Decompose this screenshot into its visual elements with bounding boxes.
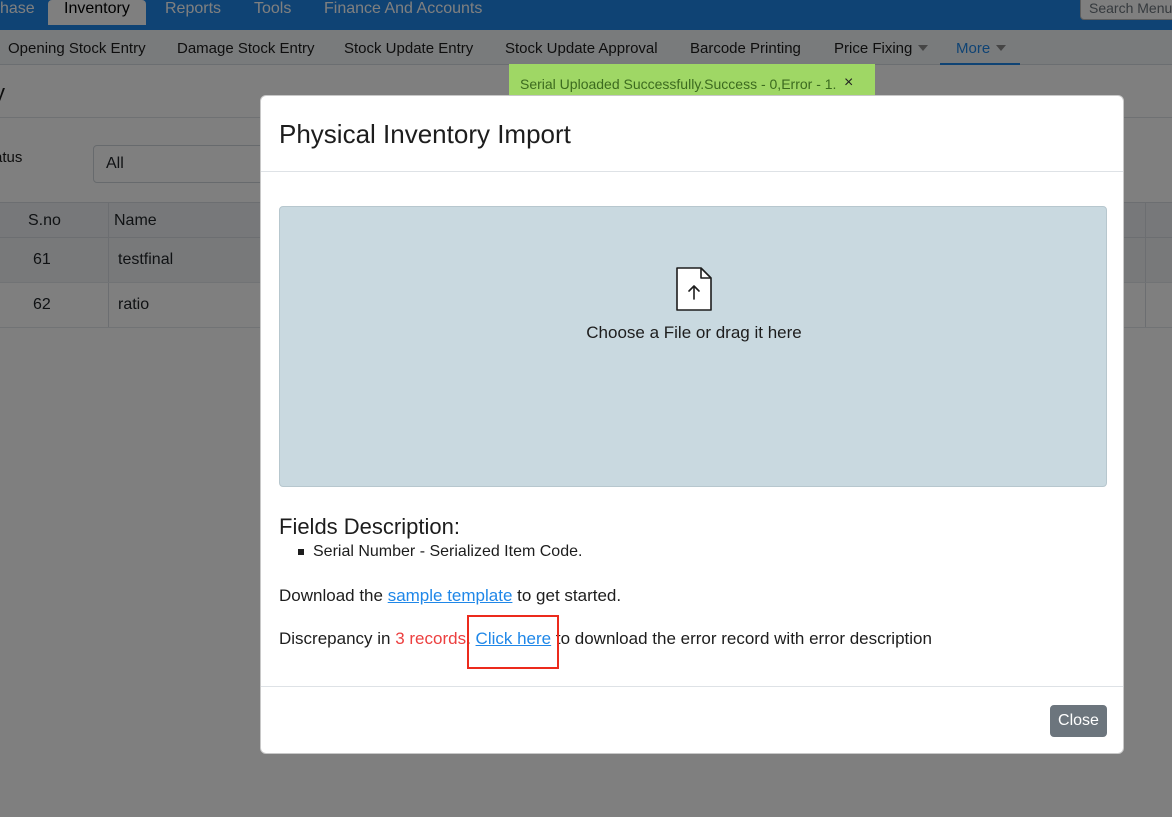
highlight-annotation-box [467, 615, 559, 669]
sample-template-link[interactable]: sample template [388, 586, 513, 605]
file-upload-icon [676, 267, 712, 311]
divider [261, 686, 1123, 687]
dropzone-text: Choose a File or drag it here [586, 323, 802, 342]
divider [261, 171, 1123, 172]
discrepancy-suffix: to download the error record with error … [551, 629, 932, 648]
toast-message: Serial Uploaded Successfully.Success - 0… [520, 76, 837, 92]
file-dropzone[interactable]: Choose a File or drag it here [279, 206, 1107, 487]
fields-description-heading: Fields Description: [279, 514, 460, 539]
download-prefix: Download the [279, 586, 388, 605]
download-instructions: Download the sample template to get star… [279, 586, 621, 606]
close-button[interactable]: Close [1050, 705, 1107, 737]
field-description-item: Serial Number - Serialized Item Code. [313, 543, 583, 560]
close-icon[interactable]: × [844, 74, 853, 92]
discrepancy-message: Discrepancy in 3 records. Click here to … [279, 629, 932, 649]
discrepancy-prefix: Discrepancy in [279, 629, 396, 648]
physical-inventory-import-dialog: Physical Inventory Import Choose a File … [260, 95, 1124, 754]
modal-title: Physical Inventory Import [279, 119, 571, 149]
download-suffix: to get started. [512, 586, 622, 605]
bullet-icon [298, 549, 304, 555]
discrepancy-count: 3 records [395, 629, 467, 648]
